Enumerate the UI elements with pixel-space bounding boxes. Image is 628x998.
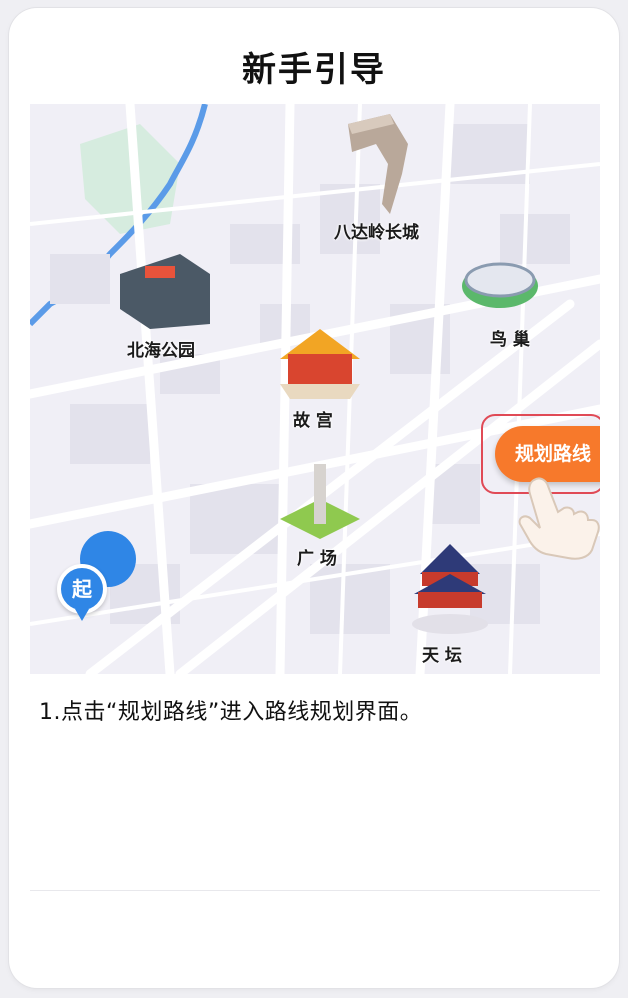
guide-step-text: 1.点击“规划路线”进入路线规划界面。 [39, 700, 423, 725]
label-square: 广 场 [297, 549, 337, 569]
label-birds-nest: 鸟 巢 [490, 330, 530, 350]
map-base [30, 104, 600, 674]
map-illustration: 起 八达岭长城 北海公园 鸟 巢 故 宫 广 场 天 坛 规划路线 [30, 104, 600, 674]
label-beihai: 北海公园 [127, 341, 195, 361]
guide-card: 新手引导 起 八达岭长城 北海公园 鸟 巢 故 宫 广 场 天 坛 规划路线 1… [9, 8, 619, 988]
label-great-wall: 八达岭长城 [334, 223, 419, 243]
start-marker-label: 起 [72, 577, 92, 601]
start-marker: 起 [57, 564, 107, 614]
start-marker-tip [75, 609, 89, 621]
page-title: 新手引导 [242, 50, 386, 90]
divider [30, 890, 600, 891]
label-temple-heaven: 天 坛 [422, 646, 462, 666]
label-forbidden-city: 故 宫 [293, 411, 333, 431]
pointing-hand-icon [518, 477, 600, 560]
birds-nest-landmark-icon [462, 262, 538, 308]
